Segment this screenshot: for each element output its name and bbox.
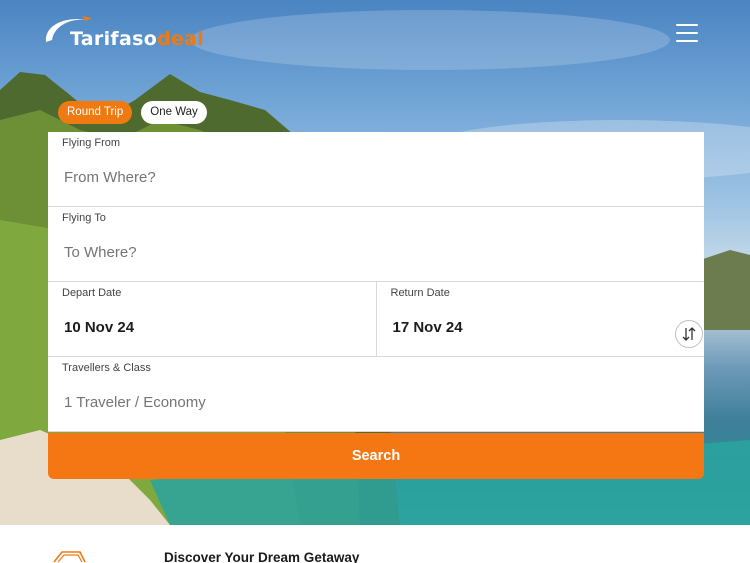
flight-search-form: Flying From Flying To Depart Date 10 Nov… xyxy=(48,132,704,479)
hamburger-menu-icon[interactable] xyxy=(676,24,698,44)
depart-date-field[interactable]: Depart Date 10 Nov 24 xyxy=(48,282,377,357)
from-input[interactable] xyxy=(64,169,664,186)
flying-to-label: Flying To xyxy=(62,212,106,224)
dates-row: Depart Date 10 Nov 24 Return Date 17 Nov… xyxy=(48,282,704,357)
one-way-button[interactable]: One Way xyxy=(141,101,207,124)
travellers-class-label: Travellers & Class xyxy=(62,362,151,374)
swap-arrows-icon[interactable] xyxy=(675,320,703,348)
travellers-input[interactable] xyxy=(64,394,664,411)
trip-type-toggle: Round Trip One Way xyxy=(58,101,207,124)
travellers-class-field[interactable]: Travellers & Class xyxy=(48,357,704,432)
to-input[interactable] xyxy=(64,244,664,261)
discover-section: Discover Your Dream Getaway xyxy=(0,525,750,563)
depart-date-label: Depart Date xyxy=(62,287,122,299)
section-heading: Discover Your Dream Getaway xyxy=(164,550,360,563)
plane-icon xyxy=(53,551,86,563)
round-trip-button[interactable]: Round Trip xyxy=(58,101,133,124)
flying-from-label: Flying From xyxy=(62,137,121,149)
search-button[interactable]: Search xyxy=(48,433,704,479)
return-date-label: Return Date xyxy=(390,287,450,299)
flying-to-field[interactable]: Flying To xyxy=(48,207,704,282)
brand-logo[interactable]: Tarifasodeal xyxy=(40,10,204,54)
brand-name: Tarifasodeal xyxy=(70,28,205,50)
flying-from-field[interactable]: Flying From xyxy=(48,132,704,207)
return-date-field[interactable]: Return Date 17 Nov 24 xyxy=(376,282,704,357)
